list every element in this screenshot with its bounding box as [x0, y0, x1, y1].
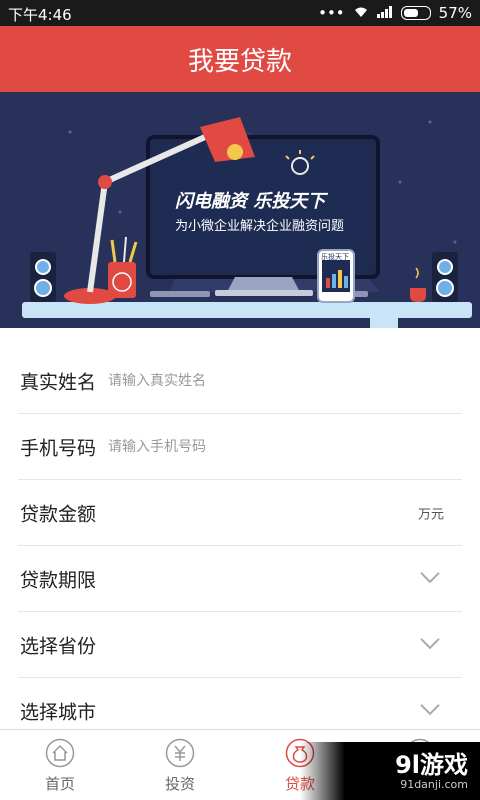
home-icon [45, 738, 75, 768]
phone-row: 手机号码 [18, 414, 462, 480]
app-bar: 我要贷款 [0, 26, 480, 92]
page-title: 我要贷款 [187, 46, 292, 77]
term-label: 贷款期限 [20, 569, 97, 591]
signal-icon [376, 4, 393, 22]
wifi-icon [353, 4, 369, 22]
status-bar: 下午4:46 ••• 57% [0, 0, 480, 26]
promo-banner: 闪电融资 乐投天下 为小微企业解决企业融资问题 乐投天下 乐 [0, 92, 480, 328]
status-time: 下午4:46 [8, 6, 72, 24]
province-label: 选择省份 [20, 635, 97, 657]
province-row[interactable]: 选择省份 [18, 612, 462, 678]
chevron-down-icon [420, 704, 440, 716]
city-label: 选择城市 [20, 701, 97, 724]
name-row: 真实姓名 [18, 348, 462, 414]
tab-home[interactable]: 首页 [0, 730, 120, 800]
name-input[interactable] [106, 365, 390, 396]
watermark-logo: 9l游戏 [395, 751, 468, 779]
amount-label: 贷款金额 [20, 503, 97, 525]
more-dots-icon: ••• [318, 4, 345, 22]
status-icons: ••• 57% [318, 4, 472, 22]
tab-invest-label: 投资 [164, 775, 195, 793]
amount-input[interactable] [106, 497, 390, 528]
site-watermark: 9l游戏 91danji.com [300, 742, 480, 800]
battery-percent: 57% [438, 4, 472, 22]
tab-invest[interactable]: 投资 [120, 730, 240, 800]
amount-row: 贷款金额 万元 [18, 480, 462, 546]
tab-home-label: 首页 [44, 775, 75, 793]
banner-headline: 闪电融资 乐投天下 [175, 191, 326, 212]
phone-label: 手机号码 [20, 437, 97, 459]
loan-form: 真实姓名 手机号码 贷款金额 万元 贷款期限 选择省份 选择城市 [0, 348, 480, 744]
name-label: 真实姓名 [20, 371, 97, 393]
phone-input[interactable] [106, 431, 390, 462]
chevron-down-icon [420, 637, 440, 649]
term-row[interactable]: 贷款期限 [18, 546, 462, 612]
banner-subtitle: 为小微企业解决企业融资问题 [175, 219, 345, 234]
phone-screen-text: 乐投天下 [321, 253, 349, 261]
yuan-icon [165, 738, 195, 768]
watermark-url: 91danji.com [400, 778, 468, 791]
chevron-down-icon [420, 571, 440, 583]
battery-icon [400, 6, 431, 20]
amount-unit: 万元 [417, 507, 444, 522]
